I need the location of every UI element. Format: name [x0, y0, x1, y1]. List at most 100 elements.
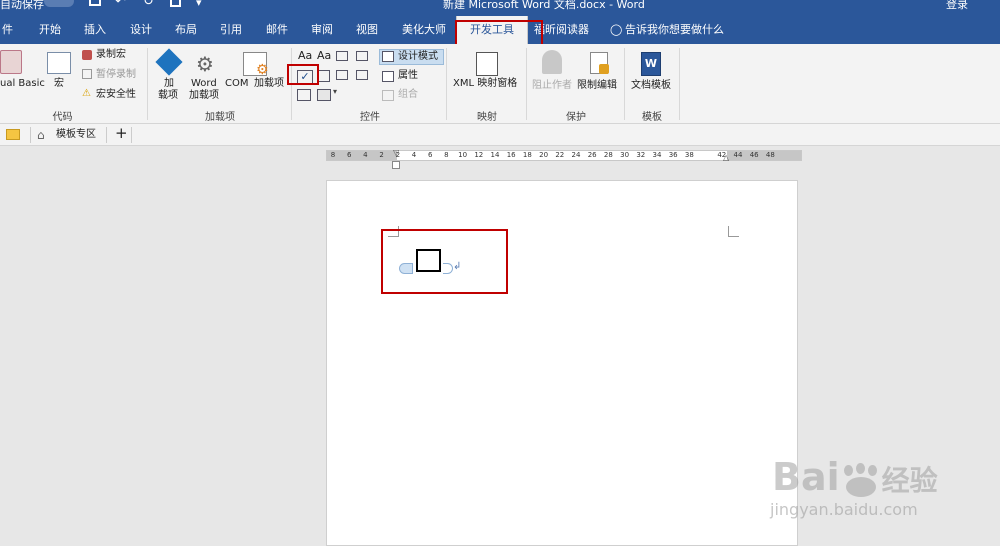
ruler-tick-label: 28 [603, 151, 613, 159]
separator [624, 48, 625, 120]
repeating-section-icon[interactable] [297, 89, 311, 101]
left-indent-marker[interactable] [392, 161, 400, 169]
pause-record-icon [82, 69, 92, 79]
print-preview-icon[interactable] [170, 0, 181, 7]
separator [526, 48, 527, 120]
visual-basic-icon [0, 50, 22, 74]
add-tab-button[interactable]: + [115, 126, 128, 141]
ruler-tick-label: 2 [379, 151, 384, 159]
xml-mapping-icon [476, 52, 498, 76]
macro-security-button[interactable]: 宏安全性 [96, 89, 136, 101]
addins-button-2[interactable]: 载项 [158, 90, 178, 102]
template-zone-tab[interactable]: 模板专区 [56, 129, 96, 141]
word-addins-button-1[interactable]: Word [191, 78, 217, 90]
design-mode-label: 设计模式 [398, 51, 438, 62]
ruler-tick-label: 14 [490, 151, 500, 159]
paw-logo-icon [842, 462, 880, 497]
chevron-down-icon[interactable]: ▾ [333, 87, 337, 96]
ruler-tick-label: 18 [522, 151, 532, 159]
warning-icon: ⚠ [82, 88, 91, 99]
tab-insert[interactable]: 插入 [84, 16, 106, 44]
tab-layout[interactable]: 布局 [175, 16, 197, 44]
redo-icon[interactable]: ↻ [143, 0, 154, 9]
customize-qat-icon[interactable]: ▾ [196, 0, 202, 9]
autosave-toggle[interactable] [44, 0, 74, 7]
group-label-code: 代码 [52, 112, 73, 123]
tab-review[interactable]: 审阅 [311, 16, 333, 44]
window-title: 新建 Microsoft Word 文档.docx - Word [443, 0, 645, 11]
com-addins-button-2[interactable]: 加载项 [254, 78, 284, 90]
login-link[interactable]: 登录 [946, 0, 968, 12]
design-mode-icon [382, 51, 394, 62]
macros-button[interactable]: 宏 [54, 78, 64, 90]
folder-icon[interactable] [6, 129, 20, 140]
ruler-tick-label: 6 [346, 151, 352, 159]
rich-text-control[interactable]: Aa [298, 50, 312, 62]
tab-file[interactable]: 件 [2, 16, 13, 44]
divider [30, 127, 31, 143]
word-addins-button-2[interactable]: 加载项 [189, 90, 219, 102]
lightbulb-icon: ◯ [610, 23, 623, 36]
macros-icon [47, 52, 71, 74]
title-bar: 自动保存 ↶ ↻ ▾ 新建 Microsoft Word 文档.docx - W… [0, 0, 1000, 16]
visual-basic-button[interactable]: ual Basic [0, 78, 45, 90]
record-macro-button[interactable]: 录制宏 [96, 49, 126, 61]
tab-view[interactable]: 视图 [356, 16, 378, 44]
divider [106, 127, 107, 143]
group-icon [382, 90, 394, 101]
combo-box-icon[interactable] [318, 70, 330, 82]
save-icon[interactable] [89, 0, 101, 6]
pause-record-button[interactable]: 暂停录制 [96, 69, 136, 81]
ruler-tick-label: 44 [733, 151, 743, 159]
tab-meihua[interactable]: 美化大师 [402, 16, 446, 44]
group-label-addins: 加载项 [205, 112, 235, 123]
com-addins-button-1[interactable]: COM [225, 78, 248, 90]
legacy-tools-icon[interactable] [317, 89, 331, 101]
top-right-margin-corner [728, 226, 739, 237]
separator [147, 48, 148, 120]
picture-control-icon[interactable] [336, 51, 348, 61]
lock-icon [599, 64, 609, 74]
ruler-tick-label: 32 [636, 151, 646, 159]
building-block-icon[interactable] [356, 51, 368, 61]
tell-me-box[interactable]: 告诉我你想要做什么 [625, 16, 724, 44]
undo-icon[interactable]: ↶ [115, 0, 126, 9]
tab-home[interactable]: 开始 [39, 16, 61, 44]
first-line-indent-marker[interactable]: ▽ [393, 148, 399, 157]
ruler-tick-label: 24 [571, 151, 581, 159]
tab-design[interactable]: 设计 [130, 16, 152, 44]
plain-text-control[interactable]: Aa [317, 50, 331, 62]
divider [131, 127, 132, 143]
dropdown-list-icon[interactable] [336, 70, 348, 80]
right-indent-marker[interactable]: △ [723, 153, 729, 162]
home-icon: ⌂ [37, 128, 45, 142]
ruler-tick-label: 12 [474, 151, 484, 159]
addins-button-1[interactable]: 加 [164, 78, 174, 90]
group-button[interactable]: 组合 [398, 89, 418, 101]
group-label-templates: 模板 [642, 112, 662, 123]
document-tabs-bar: ⌂ 模板专区 + [0, 124, 1000, 146]
ruler-tick-label: 26 [587, 151, 597, 159]
highlight-checkbox-in-document [381, 229, 508, 294]
ruler-tick-label: 30 [620, 151, 630, 159]
document-template-button[interactable]: 文档模板 [631, 80, 671, 92]
tab-mailings[interactable]: 邮件 [266, 16, 288, 44]
properties-button[interactable]: 属性 [398, 70, 418, 82]
word-addins-gear-icon: ⚙ [196, 52, 214, 76]
group-label-mapping: 映射 [477, 112, 497, 123]
ribbon: ual Basic 宏 录制宏 暂停录制 ⚠ 宏安全性 代码 加 载项 ⚙ Wo… [0, 44, 1000, 124]
ruler-tick-label: 34 [652, 151, 662, 159]
separator [679, 48, 680, 120]
ruler-tick-label: 48 [765, 151, 775, 159]
ruler-tick-label: 22 [555, 151, 565, 159]
ruler-tick-label: 46 [749, 151, 759, 159]
block-authors-button[interactable]: 阻止作者 [532, 80, 572, 92]
xml-mapping-button[interactable]: XML 映射窗格 [453, 78, 517, 90]
date-picker-icon[interactable] [356, 70, 368, 80]
restrict-editing-button[interactable]: 限制编辑 [577, 80, 617, 92]
horizontal-ruler[interactable]: 8 6 4 2 2 4 6 8 10 12 14 16 18 20 22 24 26 28 30 32 34 36 38 42… [326, 148, 802, 162]
tab-references[interactable]: 引用 [220, 16, 242, 44]
ruler-tick-label: 38 [684, 151, 694, 159]
watermark-brand: Bai 经验 [772, 455, 938, 499]
ruler-tick-label: 8 [330, 151, 336, 159]
